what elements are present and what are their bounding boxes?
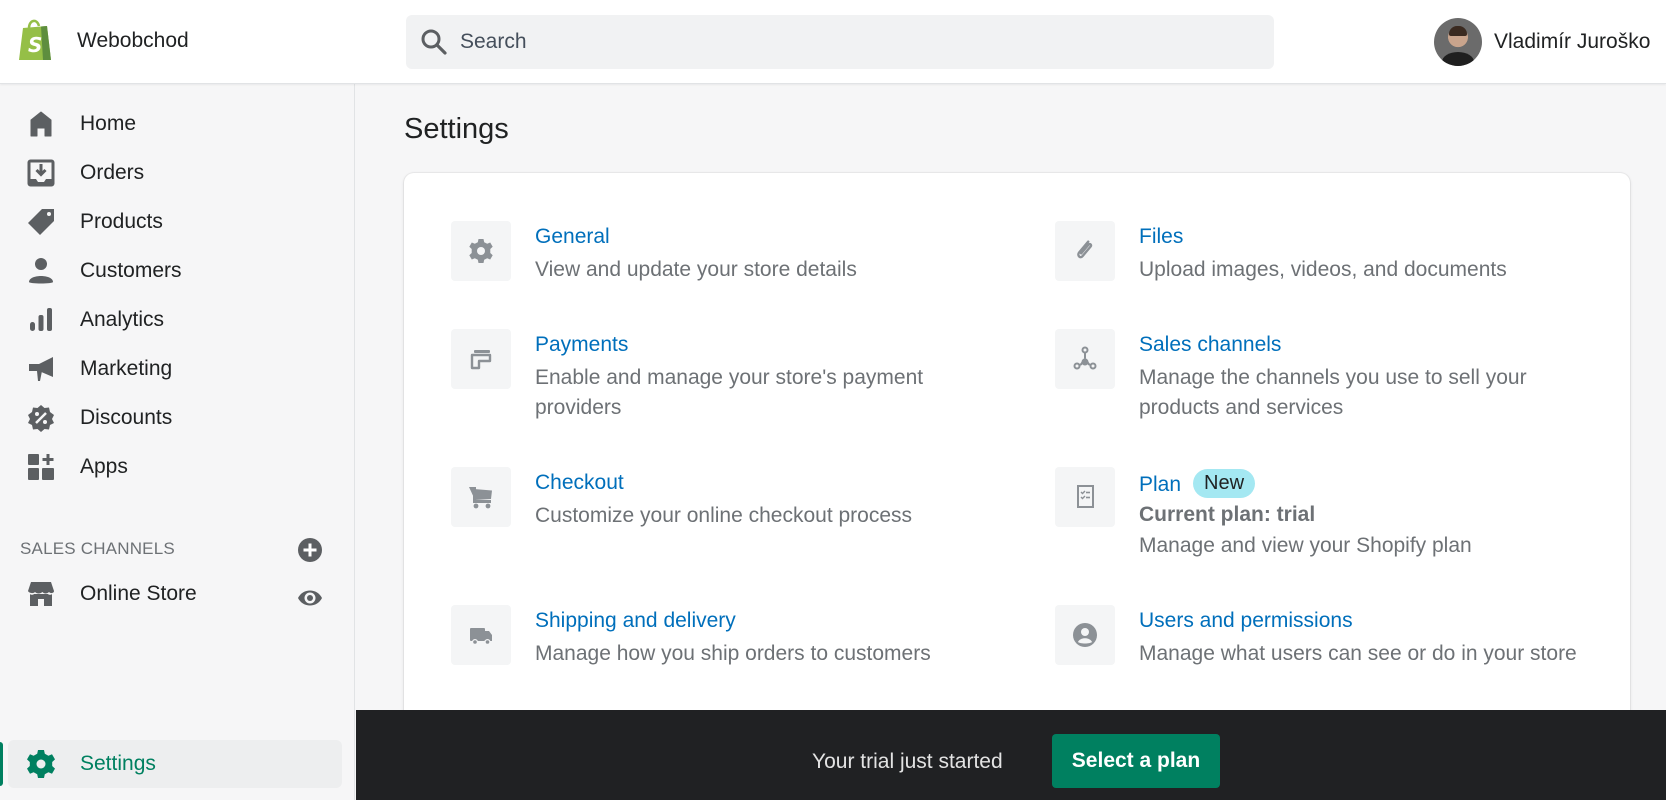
setting-general[interactable]: General View and update your store detai… xyxy=(451,221,951,283)
settings-card: General View and update your store detai… xyxy=(404,173,1630,733)
sidebar: Home Orders Products Customers Analytics… xyxy=(0,84,355,800)
setting-description: Enable and manage your store's payment p… xyxy=(535,366,924,419)
sidebar-item-home[interactable]: Home xyxy=(0,102,355,146)
person-icon xyxy=(26,256,56,286)
setting-description: Customize your online checkout process xyxy=(535,504,913,527)
trial-status-text: Your trial just started xyxy=(812,750,1003,773)
search-input[interactable] xyxy=(460,30,1240,54)
channels-icon xyxy=(1055,329,1115,389)
view-online-store-button[interactable] xyxy=(297,587,323,609)
sidebar-item-products[interactable]: Products xyxy=(0,200,355,244)
setting-description: Manage what users can see or do in your … xyxy=(1139,642,1577,665)
sidebar-item-label: Orders xyxy=(80,161,145,184)
paperclip-icon xyxy=(1055,221,1115,281)
setting-title: Payments xyxy=(535,333,629,356)
setting-plan[interactable]: Plan New Current plan: trial Manage and v… xyxy=(1055,467,1595,559)
sidebar-item-apps[interactable]: Apps xyxy=(0,445,355,489)
setting-title: Sales channels xyxy=(1139,333,1282,356)
user-name[interactable]: Vladimír Juroško xyxy=(1494,30,1650,54)
top-bar: S Webobchod Vladimír Juroško xyxy=(0,0,1666,84)
sidebar-item-marketing[interactable]: Marketing xyxy=(0,347,355,391)
add-sales-channel-button[interactable] xyxy=(297,537,323,563)
search-bar[interactable] xyxy=(406,15,1274,69)
setting-description: Manage the channels you use to sell your… xyxy=(1139,366,1527,419)
svg-text:S: S xyxy=(28,33,42,57)
current-plan-text: Current plan: trial xyxy=(1139,503,1316,526)
setting-users-and-permissions[interactable]: Users and permissions Manage what users … xyxy=(1055,605,1595,667)
setting-sales-channels[interactable]: Sales channels Manage the channels you u… xyxy=(1055,329,1595,421)
setting-files[interactable]: Files Upload images, videos, and documen… xyxy=(1055,221,1595,283)
setting-description: Manage and view your Shopify plan xyxy=(1139,534,1472,557)
setting-title: General xyxy=(535,225,610,248)
user-circle-icon xyxy=(1055,605,1115,665)
new-badge: New xyxy=(1193,469,1256,498)
gear-icon xyxy=(26,749,56,779)
setting-title: Files xyxy=(1139,225,1184,248)
sidebar-item-label: Marketing xyxy=(80,357,173,380)
discount-icon xyxy=(26,403,56,433)
checklist-icon xyxy=(1055,467,1115,527)
sidebar-item-analytics[interactable]: Analytics xyxy=(0,298,355,342)
setting-checkout[interactable]: Checkout Customize your online checkout … xyxy=(451,467,951,529)
shopify-logo-icon[interactable]: S xyxy=(17,18,55,62)
search-icon xyxy=(421,29,447,55)
bar-chart-icon xyxy=(26,305,56,335)
sidebar-item-label: Products xyxy=(80,210,163,233)
sidebar-item-label: Analytics xyxy=(80,308,165,331)
store-icon xyxy=(26,579,56,609)
cart-icon xyxy=(451,467,511,527)
user-menu[interactable]: Vladimír Juroško xyxy=(1434,18,1650,66)
sidebar-item-discounts[interactable]: Discounts xyxy=(0,396,355,440)
gear-icon xyxy=(451,221,511,281)
orders-icon xyxy=(26,158,56,188)
sidebar-item-customers[interactable]: Customers xyxy=(0,249,355,293)
select-plan-button[interactable]: Select a plan xyxy=(1052,734,1220,788)
sidebar-item-settings[interactable]: Settings xyxy=(0,740,342,788)
setting-title: Shipping and delivery xyxy=(535,609,736,632)
truck-icon xyxy=(451,605,511,665)
page-title: Settings xyxy=(404,113,509,145)
tag-icon xyxy=(26,207,56,237)
sidebar-item-online-store[interactable]: Online Store xyxy=(0,572,285,616)
setting-description: Upload images, videos, and documents xyxy=(1139,258,1507,281)
megaphone-icon xyxy=(26,354,56,384)
sales-channels-heading: SALES CHANNELS xyxy=(20,539,175,558)
setting-payments[interactable]: Payments Enable and manage your store's … xyxy=(451,329,951,421)
setting-title: Users and permissions xyxy=(1139,609,1353,632)
sidebar-item-label: Customers xyxy=(80,259,182,282)
sidebar-item-label: Discounts xyxy=(80,406,173,429)
avatar[interactable] xyxy=(1434,18,1482,66)
setting-description: Manage how you ship orders to customers xyxy=(535,642,931,665)
sidebar-item-orders[interactable]: Orders xyxy=(0,151,355,195)
store-name[interactable]: Webobchod xyxy=(77,29,189,53)
sidebar-item-label: Online Store xyxy=(80,582,197,605)
plan-title: Plan xyxy=(1139,473,1182,497)
apps-icon xyxy=(26,452,56,482)
active-indicator xyxy=(0,742,3,786)
sidebar-item-label: Apps xyxy=(80,455,128,478)
sidebar-item-label: Home xyxy=(80,112,137,135)
payments-icon xyxy=(451,329,511,389)
setting-description: View and update your store details xyxy=(535,258,857,281)
home-icon xyxy=(26,109,56,139)
trial-banner: Your trial just started Select a plan xyxy=(356,710,1666,800)
sidebar-item-label: Settings xyxy=(80,752,156,775)
plus-circle-icon xyxy=(298,538,322,562)
eye-icon xyxy=(298,590,322,606)
setting-title: Plan New xyxy=(1139,469,1256,500)
setting-shipping-and-delivery[interactable]: Shipping and delivery Manage how you shi… xyxy=(451,605,951,667)
setting-title: Checkout xyxy=(535,471,624,494)
